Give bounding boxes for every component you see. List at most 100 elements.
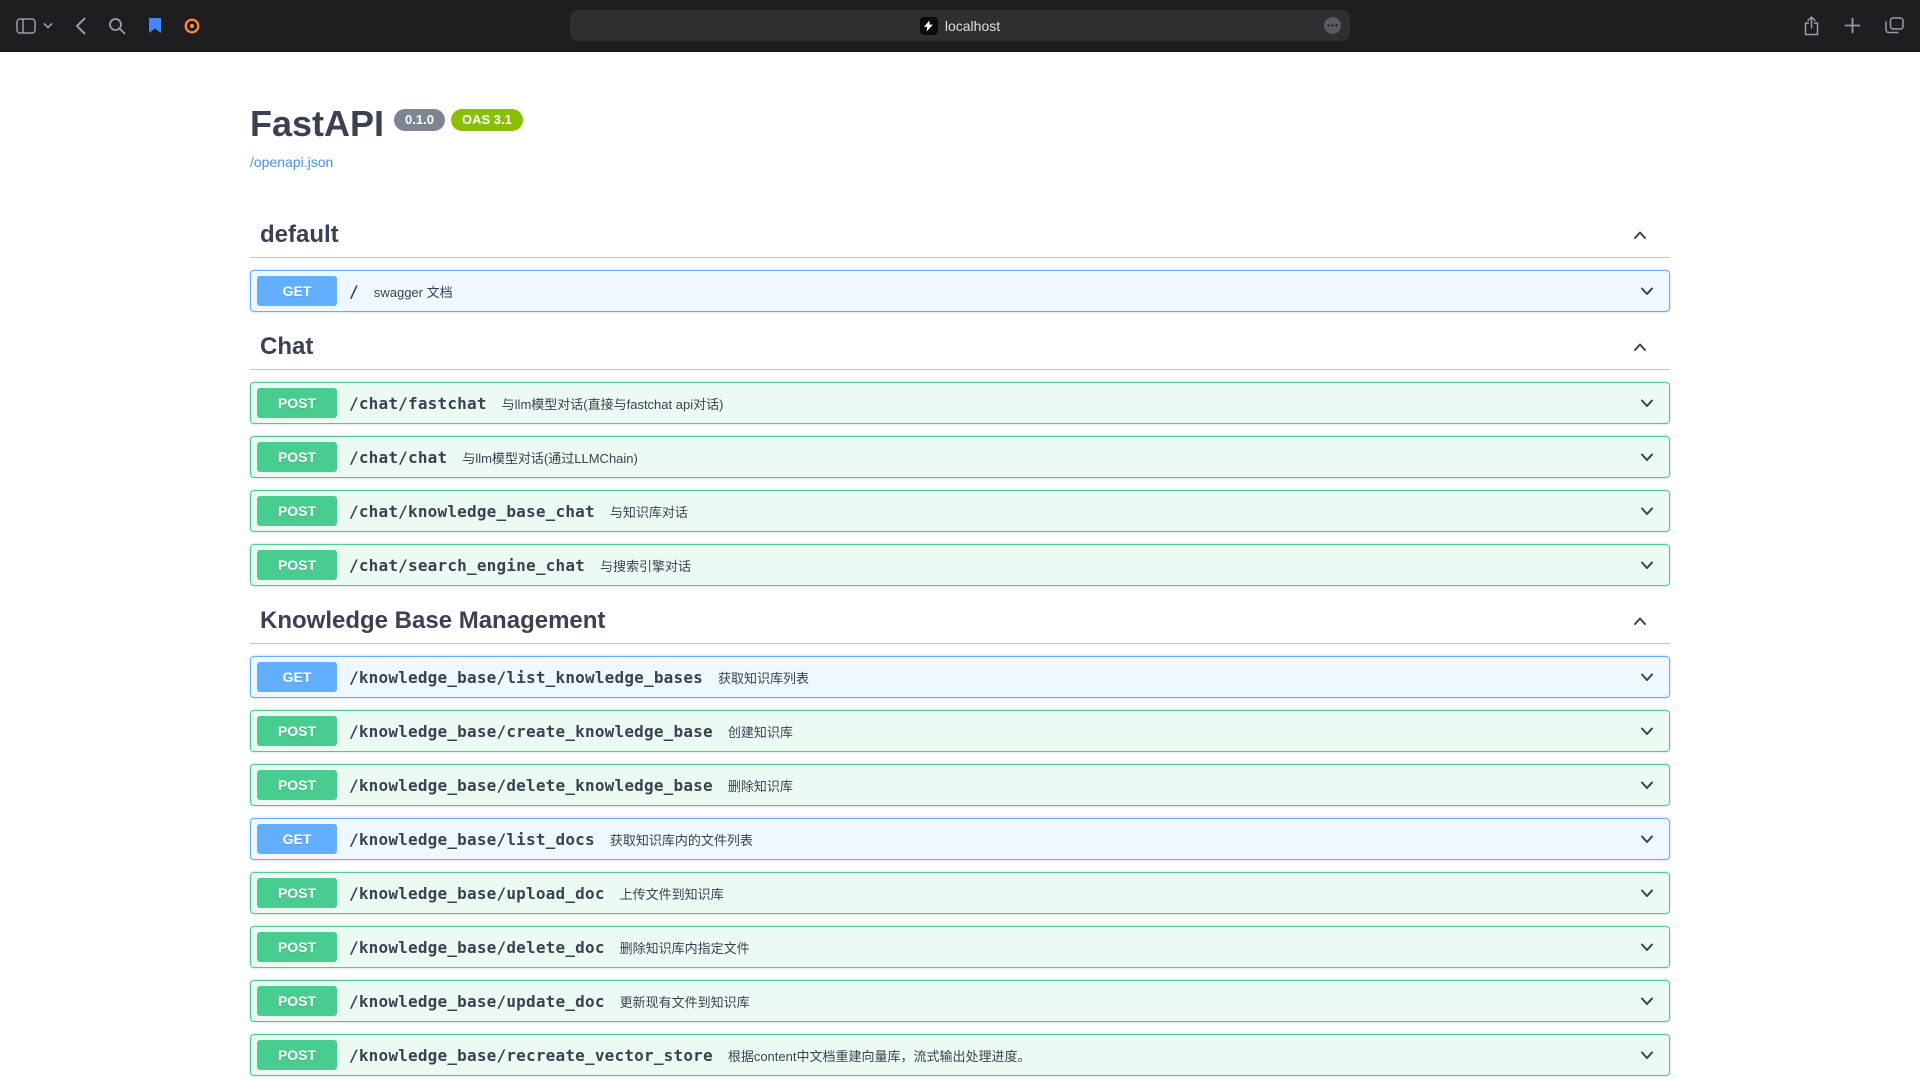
operation-description: 删除知识库 [728, 776, 1637, 795]
api-title-text: FastAPI [250, 102, 384, 146]
method-badge: POST [257, 878, 337, 908]
operation-description: 与llm模型对话(直接与fastchat api对话) [502, 394, 1637, 413]
operation-description: 创建知识库 [728, 722, 1637, 741]
operation-path: /chat/knowledge_base_chat [349, 502, 595, 521]
method-badge: POST [257, 932, 337, 962]
api-section: Knowledge Base Management GET /knowledge… [250, 598, 1670, 1076]
operation-row[interactable]: GET /knowledge_base/list_docs 获取知识库内的文件列… [250, 818, 1670, 860]
chevron-down-icon[interactable] [1637, 883, 1657, 903]
method-badge: GET [257, 662, 337, 692]
operation-row[interactable]: POST /knowledge_base/delete_doc 删除知识库内指定… [250, 926, 1670, 968]
back-button[interactable] [75, 17, 86, 35]
chevron-down-icon[interactable] [1637, 1045, 1657, 1065]
operation-row[interactable]: POST /knowledge_base/delete_knowledge_ba… [250, 764, 1670, 806]
section-title: default [260, 220, 339, 249]
chevron-down-icon[interactable] [1637, 829, 1657, 849]
api-section: default GET / swagger 文档 [250, 212, 1670, 312]
operation-path: /knowledge_base/update_doc [349, 992, 605, 1011]
section-header[interactable]: Chat [250, 324, 1670, 370]
method-badge: POST [257, 442, 337, 472]
operation-path: /knowledge_base/list_docs [349, 830, 595, 849]
operation-path: /chat/search_engine_chat [349, 556, 585, 575]
method-badge: POST [257, 716, 337, 746]
method-badge: POST [257, 770, 337, 800]
chevron-down-icon[interactable] [1637, 447, 1657, 467]
operation-path: / [349, 282, 359, 301]
operation-row[interactable]: POST /chat/fastchat 与llm模型对话(直接与fastchat… [250, 382, 1670, 424]
method-badge: POST [257, 550, 337, 580]
chevron-down-icon[interactable] [1637, 991, 1657, 1011]
operation-list: GET / swagger 文档 [250, 270, 1670, 312]
api-section: Chat POST /chat/fastchat 与llm模型对话(直接与fas… [250, 324, 1670, 586]
operation-path: /knowledge_base/delete_knowledge_base [349, 776, 713, 795]
operation-list: POST /chat/fastchat 与llm模型对话(直接与fastchat… [250, 382, 1670, 586]
operation-row[interactable]: POST /knowledge_base/update_doc 更新现有文件到知… [250, 980, 1670, 1022]
method-badge: GET [257, 824, 337, 854]
api-sections: default GET / swagger 文档 Chat [250, 212, 1670, 1076]
chevron-down-icon[interactable] [1637, 667, 1657, 687]
operation-row[interactable]: GET / swagger 文档 [250, 270, 1670, 312]
operation-path: /knowledge_base/upload_doc [349, 884, 605, 903]
operation-row[interactable]: POST /knowledge_base/upload_doc 上传文件到知识库 [250, 872, 1670, 914]
operation-path: /knowledge_base/delete_doc [349, 938, 605, 957]
address-bar[interactable]: localhost [570, 10, 1350, 41]
openapi-spec-link[interactable]: /openapi.json [250, 154, 333, 170]
chevron-down-icon[interactable] [1637, 775, 1657, 795]
url-text: localhost [945, 18, 1000, 34]
page-settings-icon[interactable] [1323, 16, 1342, 35]
operation-description: 上传文件到知识库 [620, 884, 1637, 903]
new-tab-button[interactable] [1844, 17, 1861, 34]
operation-description: 删除知识库内指定文件 [620, 938, 1637, 957]
chevron-up-icon[interactable] [1630, 611, 1650, 631]
tab-overview-icon[interactable] [1885, 17, 1904, 34]
swagger-page: FastAPI 0.1.0 OAS 3.1 /openapi.json defa… [0, 52, 1920, 1080]
chevron-down-icon[interactable] [1637, 721, 1657, 741]
browser-toolbar: localhost [0, 0, 1920, 52]
operation-row[interactable]: POST /knowledge_base/create_knowledge_ba… [250, 710, 1670, 752]
extension-bookmark-icon[interactable] [148, 17, 162, 34]
chevron-up-icon[interactable] [1630, 337, 1650, 357]
chevron-down-icon[interactable] [1637, 555, 1657, 575]
oas-badge: OAS 3.1 [451, 109, 523, 131]
search-icon[interactable] [108, 17, 126, 35]
site-favicon-icon [920, 17, 938, 35]
operation-description: 与llm模型对话(通过LLMChain) [462, 448, 1637, 467]
chevron-down-icon[interactable] [1637, 501, 1657, 521]
operation-path: /knowledge_base/create_knowledge_base [349, 722, 713, 741]
section-title: Knowledge Base Management [260, 606, 605, 635]
section-title: Chat [260, 332, 313, 361]
method-badge: POST [257, 986, 337, 1016]
share-icon[interactable] [1803, 16, 1820, 36]
operation-path: /knowledge_base/list_knowledge_bases [349, 668, 703, 687]
operation-row[interactable]: GET /knowledge_base/list_knowledge_bases… [250, 656, 1670, 698]
operation-row[interactable]: POST /knowledge_base/recreate_vector_sto… [250, 1034, 1670, 1076]
chevron-down-icon[interactable] [1637, 937, 1657, 957]
operation-description: swagger 文档 [374, 282, 1637, 301]
chevron-down-icon[interactable] [1637, 393, 1657, 413]
chevron-down-icon[interactable] [1637, 281, 1657, 301]
operation-path: /chat/chat [349, 448, 447, 467]
method-badge: POST [257, 1040, 337, 1070]
chevron-up-icon[interactable] [1630, 225, 1650, 245]
method-badge: POST [257, 388, 337, 418]
operation-path: /knowledge_base/recreate_vector_store [349, 1046, 713, 1065]
section-header[interactable]: Knowledge Base Management [250, 598, 1670, 644]
operation-row[interactable]: POST /chat/search_engine_chat 与搜索引擎对话 [250, 544, 1670, 586]
operation-description: 获取知识库内的文件列表 [610, 830, 1637, 849]
operation-description: 更新现有文件到知识库 [620, 992, 1637, 1011]
version-badge: 0.1.0 [394, 109, 445, 131]
api-info: FastAPI 0.1.0 OAS 3.1 /openapi.json [250, 102, 1670, 172]
operation-description: 获取知识库列表 [718, 668, 1637, 687]
operation-path: /chat/fastchat [349, 394, 487, 413]
section-header[interactable]: default [250, 212, 1670, 258]
method-badge: POST [257, 496, 337, 526]
method-badge: GET [257, 276, 337, 306]
extension-record-icon[interactable] [184, 18, 200, 34]
operation-row[interactable]: POST /chat/chat 与llm模型对话(通过LLMChain) [250, 436, 1670, 478]
operation-row[interactable]: POST /chat/knowledge_base_chat 与知识库对话 [250, 490, 1670, 532]
page-title: FastAPI 0.1.0 OAS 3.1 [250, 102, 1670, 146]
operation-description: 根据content中文档重建向量库，流式输出处理进度。 [728, 1046, 1637, 1065]
sidebar-toggle-button[interactable] [16, 18, 36, 34]
operation-description: 与知识库对话 [610, 502, 1637, 521]
sidebar-chevron-down-icon[interactable] [43, 22, 53, 29]
